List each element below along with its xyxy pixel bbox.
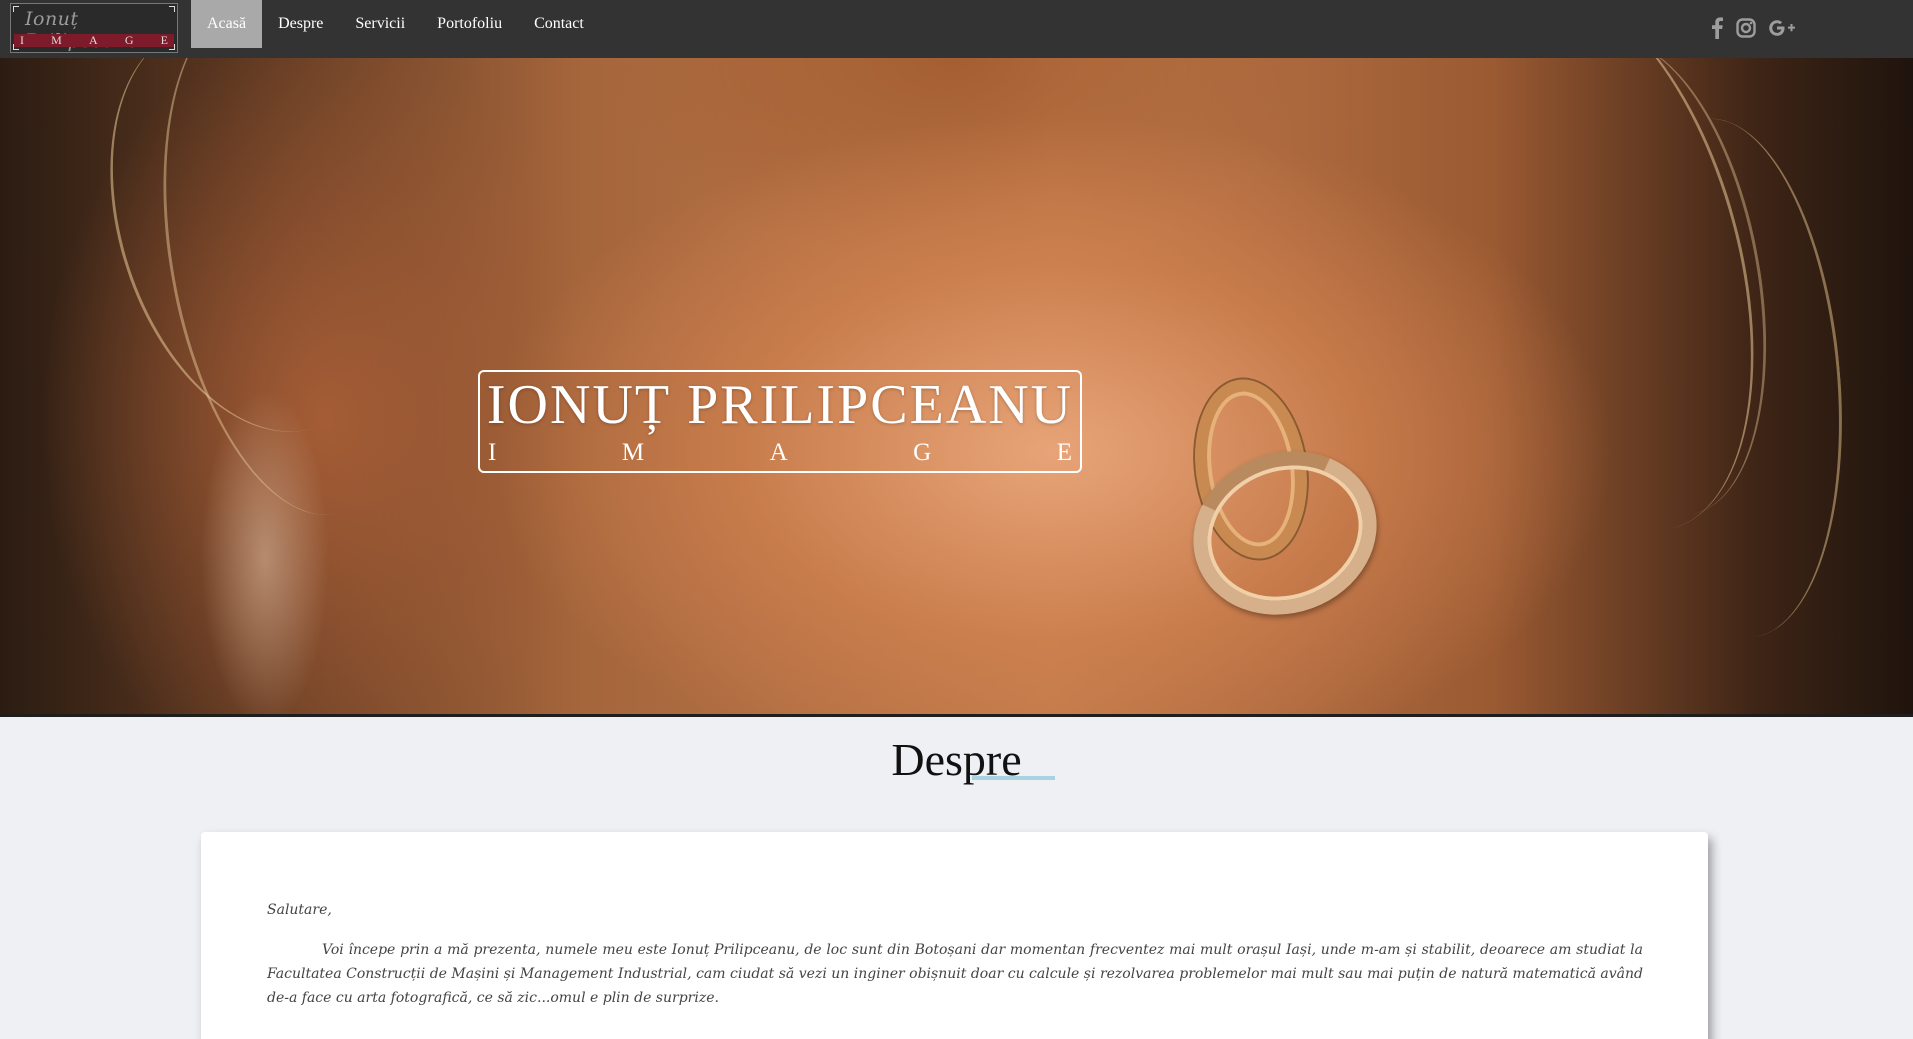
hero-title-box: IONUȚ PRILIPCEANU I M A G E <box>478 370 1082 473</box>
hero-name: IONUȚ PRILIPCEANU <box>486 374 1074 436</box>
facebook-icon[interactable] <box>1704 15 1730 41</box>
nav-item-acasa[interactable]: Acasă <box>191 0 263 48</box>
nav-item-servicii[interactable]: Servicii <box>339 0 421 48</box>
instagram-icon[interactable] <box>1733 15 1759 41</box>
hero-sub-letter: M <box>621 439 645 466</box>
logo-letter: A <box>88 33 98 47</box>
section-title-underline <box>972 776 1055 780</box>
about-paragraph: Voi începe prin a mă prezenta, numele me… <box>267 942 1643 1006</box>
top-navbar: Ionuț Prilipceanu I M A G E Acasă Despre… <box>0 0 1913 58</box>
logo-letter: I <box>20 33 24 47</box>
logo-corner <box>13 6 19 12</box>
hero-sub-letter: E <box>1056 439 1072 466</box>
dress-lace <box>200 388 330 714</box>
hero-sub-letter: G <box>913 439 932 466</box>
google-plus-icon[interactable] <box>1768 15 1798 41</box>
nav-menu: Acasă Despre Servicii Portofoliu Contact <box>191 0 600 48</box>
logo-corner <box>13 44 19 50</box>
hero-sub-letter: I <box>488 439 497 466</box>
hero-sub-letter: A <box>769 439 788 466</box>
hero-banner: IONUȚ PRILIPCEANU I M A G E <box>0 58 1913 717</box>
logo-band: I M A G E <box>14 34 174 47</box>
logo-corner <box>169 44 175 50</box>
site-logo[interactable]: Ionuț Prilipceanu I M A G E <box>10 3 178 53</box>
section-title-despre: Despre <box>891 734 1022 785</box>
nav-item-portofoliu[interactable]: Portofoliu <box>421 0 518 48</box>
about-greeting: Salutare, <box>267 902 332 918</box>
logo-letter: G <box>124 33 134 47</box>
about-card: Salutare, Voi începe prin a mă prezenta,… <box>201 832 1708 1039</box>
hero-subtitle: I M A G E <box>488 439 1072 467</box>
logo-corner <box>169 6 175 12</box>
logo-letter: E <box>160 33 168 47</box>
nav-item-despre[interactable]: Despre <box>262 0 339 48</box>
logo-letter: M <box>51 33 62 47</box>
nav-item-contact[interactable]: Contact <box>518 0 600 48</box>
